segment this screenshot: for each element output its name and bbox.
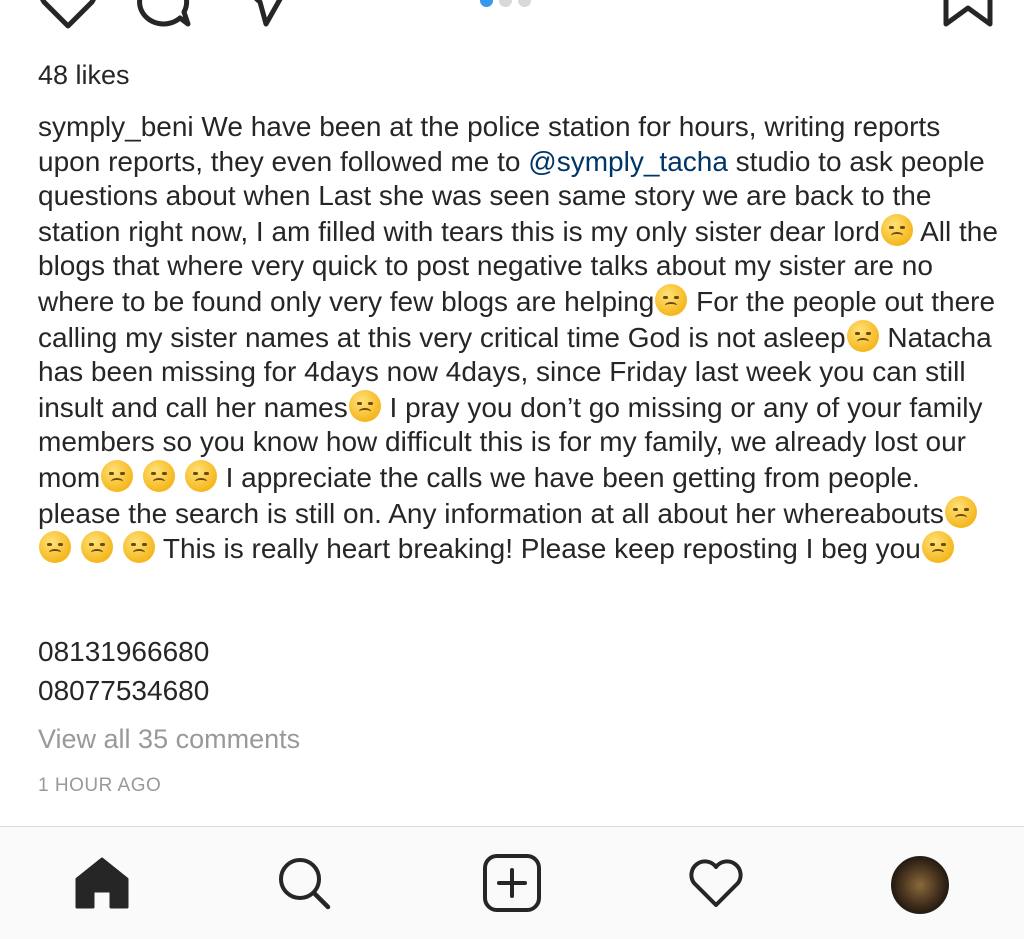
carousel-dot [518,0,531,7]
tab-profile[interactable] [890,855,950,915]
view-all-comments-link[interactable]: View all 35 comments [38,724,300,755]
likes-count[interactable]: 48 likes [38,60,130,91]
tab-home[interactable] [72,855,132,915]
profile-avatar [891,856,949,914]
heart-icon[interactable] [36,0,100,35]
mention-link[interactable]: @symply_tacha [528,146,728,177]
pensive-face-emoji-icon [184,459,217,492]
weary-face-emoji-icon [39,531,71,564]
home-icon [73,855,131,916]
sweat-face-emoji-icon [880,213,913,246]
weary-face-emoji-icon [122,531,155,564]
phone-number-1[interactable]: 08131966680 [38,636,209,668]
disappointed-face-emoji-icon [921,531,954,564]
pensive-face-emoji-icon [101,459,134,492]
disappointed-face-emoji-icon [846,319,879,352]
add-post-icon [483,853,541,917]
tab-new-post[interactable] [482,853,542,917]
bottom-tab-bar [0,826,1024,939]
weary-face-emoji-icon [80,531,113,564]
phone-number-2[interactable]: 08077534680 [38,675,209,707]
comment-icon[interactable] [130,0,194,35]
carousel-dot [499,0,512,7]
post-timestamp: 1 HOUR AGO [38,775,162,796]
post-caption: symply_beni We have been at the police s… [38,111,998,565]
weary-face-emoji-icon [944,495,977,528]
tab-search[interactable] [274,855,334,915]
disappointed-face-emoji-icon [655,283,688,316]
crying-face-emoji-icon [348,389,381,422]
search-icon [276,855,332,916]
carousel-indicator [480,0,531,7]
pensive-face-emoji-icon [143,459,176,492]
caption-username[interactable]: symply_beni [38,111,194,142]
tab-activity[interactable] [686,855,746,915]
share-icon[interactable] [236,0,296,35]
bookmark-icon[interactable] [940,0,996,35]
post-action-bar [0,0,1024,40]
carousel-dot-active [480,0,493,7]
activity-heart-icon [687,857,745,914]
